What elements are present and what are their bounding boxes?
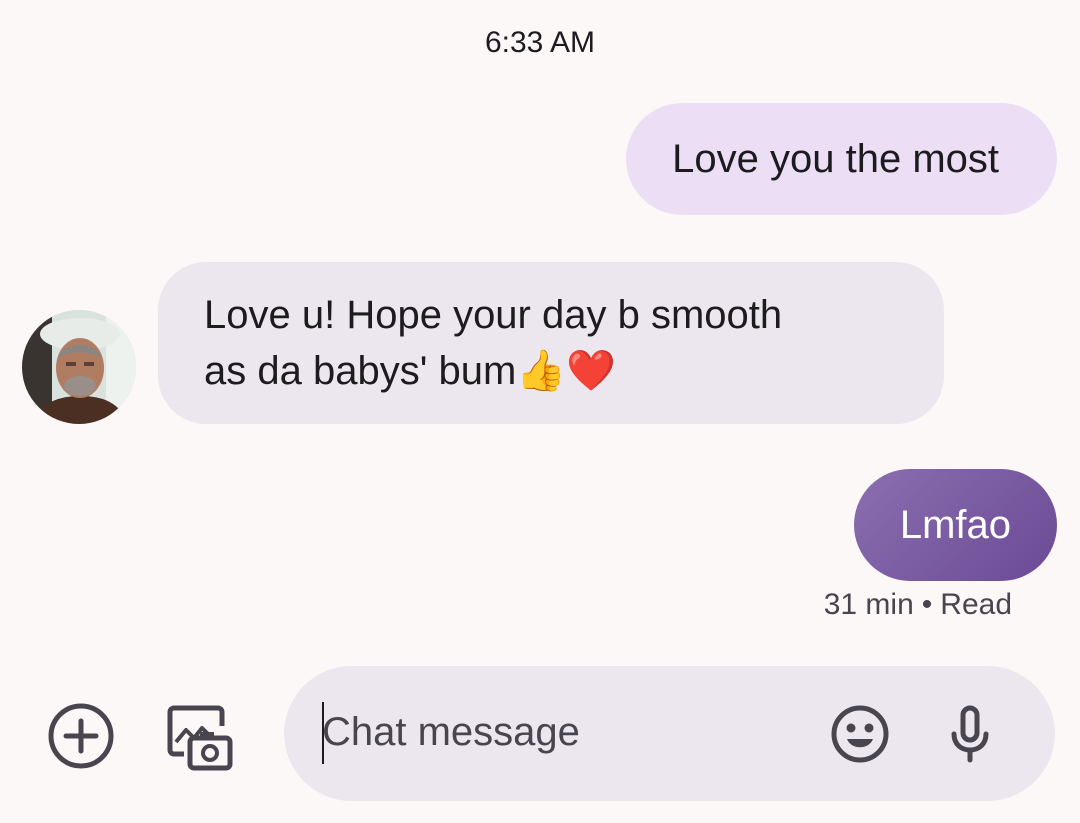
message-text-line-2-text: as da babys' bum — [204, 349, 517, 393]
message-text-line-1: Love u! Hope your day b smooth — [204, 293, 783, 337]
outgoing-message-bubble[interactable]: Love you the most — [626, 103, 1057, 215]
chat-screen: 6:33 AM Love you the most Love u! Hope y… — [0, 0, 1080, 823]
message-status-read: Read — [940, 588, 1012, 621]
message-text-line-2: as da babys' bum👍❤️ — [204, 343, 904, 399]
message-status-time: 31 min — [823, 588, 914, 621]
gallery-camera-button[interactable] — [162, 700, 234, 772]
emoji-button[interactable] — [824, 698, 896, 770]
avatar-photo — [22, 310, 136, 424]
message-timestamp: 6:33 AM — [484, 26, 596, 59]
add-circle-icon — [48, 703, 114, 769]
chat-message-input[interactable] — [322, 710, 792, 755]
gallery-camera-icon — [167, 705, 233, 771]
contact-avatar[interactable] — [22, 310, 136, 424]
incoming-message-bubble[interactable]: Love u! Hope your day b smooth as da bab… — [158, 262, 944, 424]
status-separator: • — [921, 588, 933, 621]
message-text: Love you the most — [672, 137, 999, 181]
message-text: Lmfao — [899, 503, 1011, 547]
compose-field[interactable] — [284, 666, 1055, 801]
outgoing-message-bubble-accent[interactable]: Lmfao — [853, 469, 1057, 581]
thumbs-up-emoji-icon: 👍 — [516, 348, 567, 394]
voice-input-button[interactable] — [934, 698, 1006, 770]
microphone-icon — [951, 705, 989, 763]
message-status: 31 min • Read — [824, 588, 1012, 622]
add-attachment-button[interactable] — [45, 700, 117, 772]
emoji-smiley-icon — [831, 705, 889, 763]
heart-emoji-icon: ❤️ — [566, 348, 616, 394]
